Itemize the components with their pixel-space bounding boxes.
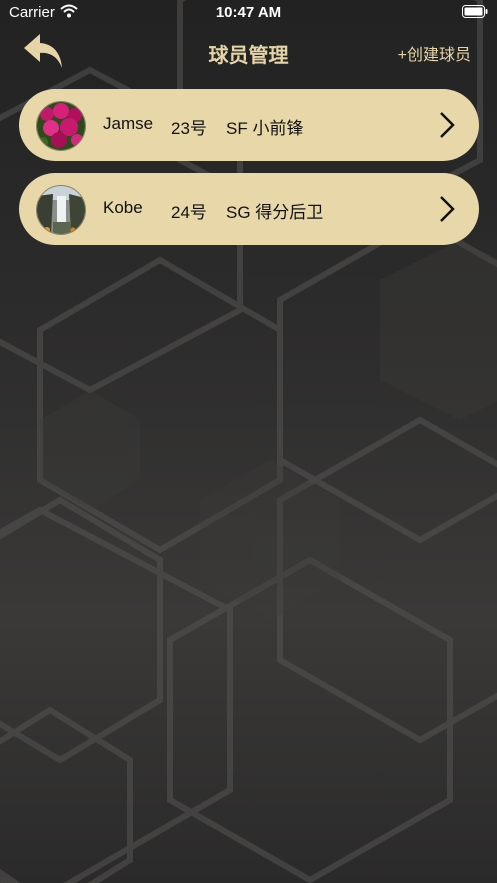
navigation-bar: 球员管理 +创建球员	[0, 28, 497, 74]
player-row[interactable]: Kobe 24号 SG 得分后卫	[19, 173, 479, 245]
create-player-button[interactable]: +创建球员	[398, 41, 471, 65]
player-name: Kobe	[103, 198, 143, 217]
player-number: 24号	[171, 203, 207, 222]
chevron-right-icon	[440, 196, 455, 222]
player-row[interactable]: Jamse 23号 SF 小前锋	[19, 89, 479, 161]
player-position: SF 小前锋	[226, 119, 304, 138]
player-name: Jamse	[103, 114, 154, 133]
status-time: 10:47 AM	[215, 4, 282, 21]
player-avatar	[36, 101, 86, 151]
player-position: SG 得分后卫	[226, 203, 324, 222]
player-list: Jamse 23号 SF 小前锋 Kobe 24号 SG 得分后卫	[19, 89, 479, 257]
chevron-right-icon	[440, 112, 455, 138]
battery-icon	[462, 5, 488, 18]
player-avatar	[36, 185, 86, 235]
player-number: 23号	[171, 119, 207, 138]
status-bar: Carrier 10:47 AM	[0, 0, 497, 26]
